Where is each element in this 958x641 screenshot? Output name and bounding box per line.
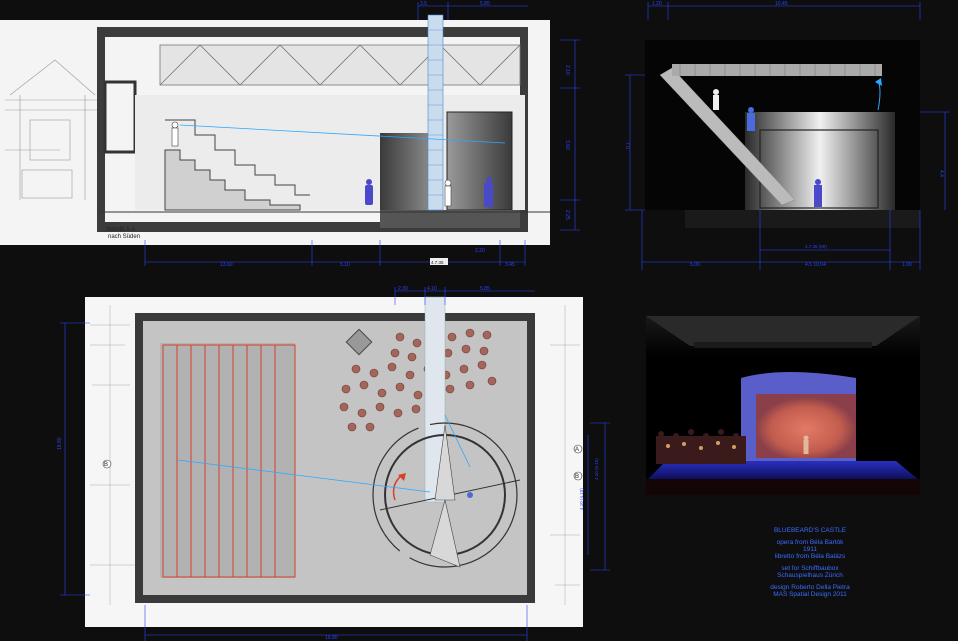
section-drawing-svg: Schnitt A-A nach Süden 13.60 5.10 2.20 3…: [0, 1, 580, 268]
caption-line: set for Schiffbaubox: [781, 565, 839, 572]
dim-label: 5.85: [480, 286, 490, 292]
dim-label: 4.10 (5.10): [594, 458, 599, 480]
side-view-drawing: 1.20 10.45 5.00 4.5 10.04 1.00 4.7.35 (9…: [620, 0, 958, 275]
project-caption: BLUEBEARD'S CASTLE opera from Béla Bartó…: [740, 527, 880, 598]
dim-label: 2.10: [564, 65, 570, 75]
marker-b: B: [104, 462, 108, 468]
dim-label: 10.45: [775, 1, 788, 7]
marker-b: B: [575, 474, 579, 480]
caption-line: Schauspielhaus Zürich: [777, 572, 843, 579]
section-label: Schnitt A-A: [106, 227, 136, 233]
person-figure: [365, 179, 373, 205]
side-view-svg: 1.20 10.45 5.00 4.5 10.04 1.00 4.7.35 (9…: [624, 1, 950, 270]
dim-label: 1.20: [652, 1, 662, 7]
stage-render-image: [646, 316, 920, 495]
section-drawing: Schnitt A-A nach Süden 13.60 5.10 2.20 3…: [0, 0, 600, 270]
plan-drawing-svg: B A B 2.30 4.10 5.85 19.80 19.80 4.10 (5…: [57, 286, 610, 641]
dim-label: 1.00: [902, 262, 912, 268]
dim-label: 4.10 (4.10): [579, 488, 584, 510]
section-label-sub: nach Süden: [108, 234, 140, 240]
dim-label: 3.60: [564, 140, 570, 150]
dim-label: 2.25: [564, 210, 570, 220]
dim-label: 5.10: [340, 262, 350, 268]
dim-label: 5.00: [690, 262, 700, 268]
person-figure: [467, 492, 473, 498]
marker-a: A: [575, 447, 579, 453]
dim-label: 3.5: [420, 1, 427, 7]
dim-label: 4.7.35 (90): [805, 244, 827, 249]
caption-line: 1911: [803, 546, 817, 553]
dim-label: 19.80: [57, 437, 63, 450]
caption-title: BLUEBEARD'S CASTLE: [773, 527, 847, 534]
caption-line: design Roberto Della Pietra: [770, 584, 850, 591]
dim-label: 4.10: [427, 286, 437, 292]
person-figure: [713, 89, 719, 110]
plan-drawing: B A B 2.30 4.10 5.85 19.80 19.80 4.10 (5…: [50, 285, 620, 641]
stage-render-svg: [646, 316, 920, 495]
caption-line: libretto from Béla Balázs: [774, 553, 846, 560]
singer-figure: [803, 435, 809, 454]
dim-label: 3.45: [505, 262, 515, 268]
caption-line: opera from Béla Bartók: [776, 539, 844, 546]
dim-label: 2.20: [475, 248, 485, 254]
dim-label: 4.4: [938, 170, 944, 177]
dim-label: 19.80: [325, 635, 338, 641]
person-figure: [747, 107, 755, 131]
dim-label: 2.30: [398, 286, 408, 292]
dim-label-center: 4.7.35: [431, 260, 444, 265]
dim-label: 7.0: [624, 142, 630, 149]
dim-label: 5.85: [480, 1, 490, 7]
caption-line: MAS Spatial Design 2011: [773, 591, 847, 598]
dim-label: 4.5 10.04: [805, 262, 826, 268]
dim-label: 13.60: [220, 262, 233, 268]
